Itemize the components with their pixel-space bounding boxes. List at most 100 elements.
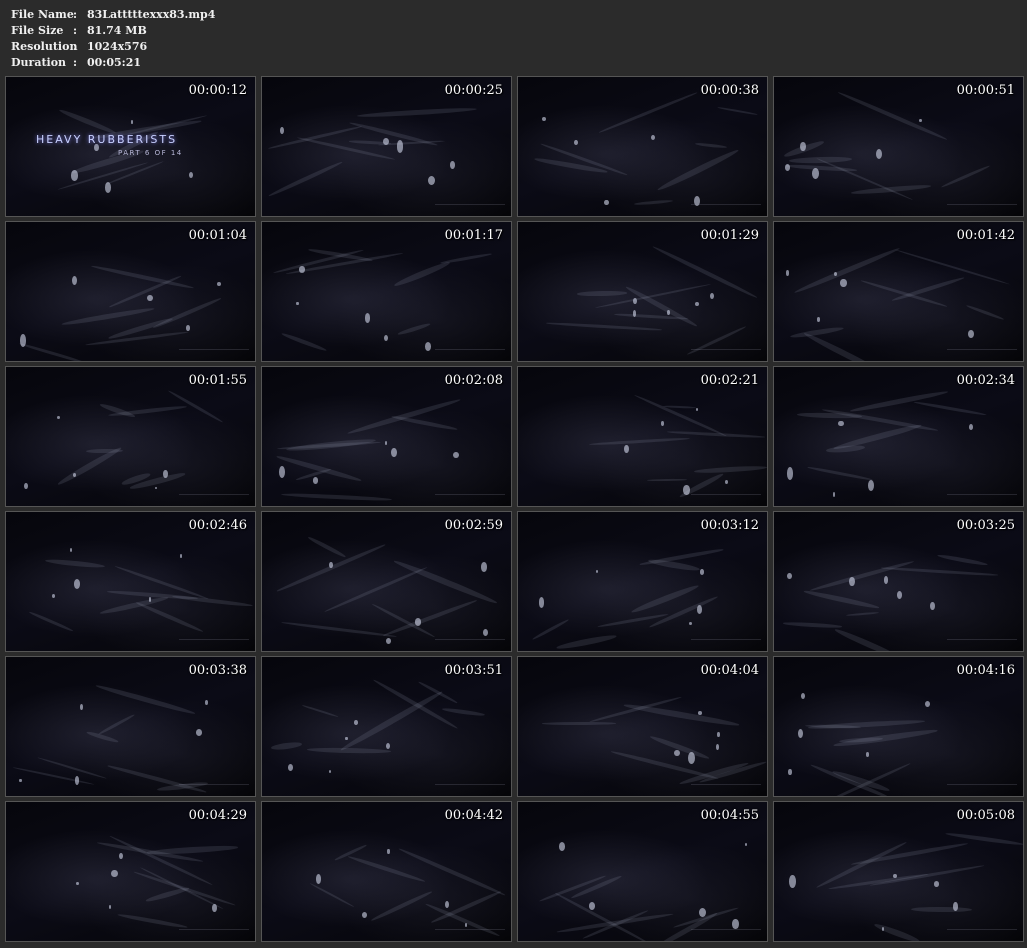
video-thumbnail[interactable]: 00:01:04 xyxy=(5,221,256,362)
scene-glint xyxy=(280,127,284,134)
scene-highlight xyxy=(85,330,190,347)
scene-highlight xyxy=(809,559,915,593)
scene-highlight xyxy=(783,621,843,629)
scene-glint xyxy=(424,341,432,351)
scene-highlight xyxy=(307,747,391,755)
scene-glint xyxy=(19,334,27,348)
scene-highlight xyxy=(633,199,673,207)
video-thumbnail[interactable]: 00:03:38 xyxy=(5,656,256,797)
scene-glint xyxy=(71,170,78,181)
watermark xyxy=(435,784,505,793)
scene-glint xyxy=(391,447,397,458)
scene-glint xyxy=(883,576,889,584)
thumbnail-timestamp: 00:01:17 xyxy=(444,228,503,243)
video-thumbnail[interactable]: 00:04:55 xyxy=(517,801,768,942)
scene-highlight xyxy=(965,303,1005,321)
scene-highlight xyxy=(624,284,698,328)
scene-glint xyxy=(119,852,124,860)
thumbnail-timestamp: 00:01:42 xyxy=(956,228,1015,243)
video-thumbnail[interactable]: 00:04:16 xyxy=(773,656,1024,797)
resolution-label: Resolution xyxy=(11,40,78,53)
scene-glint xyxy=(364,313,371,324)
scene-highlight xyxy=(849,389,949,415)
watermark xyxy=(691,349,761,358)
watermark xyxy=(947,204,1017,213)
file-name-row: File Name : 83Latttttexxx83.mp4 xyxy=(11,7,215,23)
watermark xyxy=(435,929,505,938)
scene-highlight xyxy=(832,422,922,452)
video-thumbnail[interactable]: 00:04:42 xyxy=(261,801,512,942)
thumbnail-timestamp: 00:03:12 xyxy=(700,518,759,533)
intro-subtitle: PART 6 OF 14 xyxy=(118,149,183,157)
thumbnail-timestamp: 00:02:59 xyxy=(444,518,503,533)
scene-glint xyxy=(482,629,488,637)
video-thumbnail[interactable]: 00:03:25 xyxy=(773,511,1024,652)
watermark xyxy=(691,494,761,503)
video-thumbnail[interactable]: 00:04:29 xyxy=(5,801,256,942)
video-thumbnail[interactable]: 00:00:25 xyxy=(261,76,512,217)
video-thumbnail[interactable]: 00:00:38 xyxy=(517,76,768,217)
video-thumbnail[interactable]: 00:02:46 xyxy=(5,511,256,652)
scene-glint xyxy=(452,451,459,459)
scene-glint xyxy=(596,570,599,573)
scene-glint xyxy=(716,732,720,737)
scene-highlight xyxy=(816,157,914,201)
file-name-label: File Name xyxy=(11,8,74,21)
scene-highlight xyxy=(61,306,155,328)
scene-highlight xyxy=(695,142,728,150)
video-thumbnail[interactable]: 00:01:29 xyxy=(517,221,768,362)
video-thumbnail[interactable]: 00:02:21 xyxy=(517,366,768,507)
video-thumbnail[interactable]: 00:02:34 xyxy=(773,366,1024,507)
scene-glint xyxy=(75,881,79,886)
video-thumbnail[interactable]: 00:05:08 xyxy=(773,801,1024,942)
duration-value: 00:05:21 xyxy=(87,56,142,69)
scene-highlight xyxy=(656,147,740,193)
scene-glint xyxy=(212,904,217,913)
video-thumbnail[interactable]: 00:03:12 xyxy=(517,511,768,652)
watermark xyxy=(691,639,761,648)
thumbnail-timestamp: 00:01:55 xyxy=(188,373,247,388)
scene-glint xyxy=(588,901,596,911)
scene-highlight xyxy=(286,437,376,453)
video-thumbnail[interactable]: 00:01:42 xyxy=(773,221,1024,362)
scene-glint xyxy=(798,728,804,739)
thumbnail-grid: HEAVY RUBBERISTS PART 6 OF 14 00:00:12 00:0… xyxy=(5,76,1024,944)
thumbnail-timestamp: 00:05:08 xyxy=(956,808,1015,823)
scene-glint xyxy=(875,148,883,160)
scene-highlight xyxy=(716,105,758,116)
scene-highlight xyxy=(598,91,698,134)
watermark xyxy=(691,784,761,793)
scene-glint xyxy=(849,576,855,586)
scene-highlight xyxy=(270,741,302,751)
thumbnail-timestamp: 00:00:51 xyxy=(956,83,1015,98)
scene-glint xyxy=(732,919,739,930)
video-thumbnail[interactable]: 00:04:04 xyxy=(517,656,768,797)
video-thumbnail[interactable]: 00:01:17 xyxy=(261,221,512,362)
file-size-value: 81.74 MB xyxy=(87,24,147,37)
video-thumbnail[interactable]: 00:01:55 xyxy=(5,366,256,507)
scene-glint xyxy=(952,902,958,911)
video-thumbnail[interactable]: 00:03:51 xyxy=(261,656,512,797)
scene-highlight xyxy=(95,683,196,716)
file-info-panel: File Name : 83Latttttexxx83.mp4 File Siz… xyxy=(11,7,215,71)
scene-glint xyxy=(312,477,319,484)
scene-glint xyxy=(80,704,84,710)
scene-highlight xyxy=(116,912,189,930)
thumbnail-timestamp: 00:01:29 xyxy=(700,228,759,243)
video-thumbnail[interactable]: 00:02:59 xyxy=(261,511,512,652)
video-thumbnail[interactable]: 00:00:51 xyxy=(773,76,1024,217)
scene-glint xyxy=(969,423,974,430)
scene-glint xyxy=(896,590,902,599)
scene-glint xyxy=(784,163,791,171)
thumbnail-timestamp: 00:04:42 xyxy=(444,808,503,823)
scene-highlight xyxy=(44,558,106,570)
scene-glint xyxy=(361,911,368,919)
video-thumbnail[interactable]: HEAVY RUBBERISTS PART 6 OF 14 00:00:12 xyxy=(5,76,256,217)
scene-glint xyxy=(414,618,422,626)
watermark xyxy=(179,494,249,503)
scene-glint xyxy=(188,171,194,178)
scene-glint xyxy=(698,907,706,918)
video-thumbnail[interactable]: 00:02:08 xyxy=(261,366,512,507)
scene-glint xyxy=(146,294,154,302)
scene-glint xyxy=(558,842,565,852)
